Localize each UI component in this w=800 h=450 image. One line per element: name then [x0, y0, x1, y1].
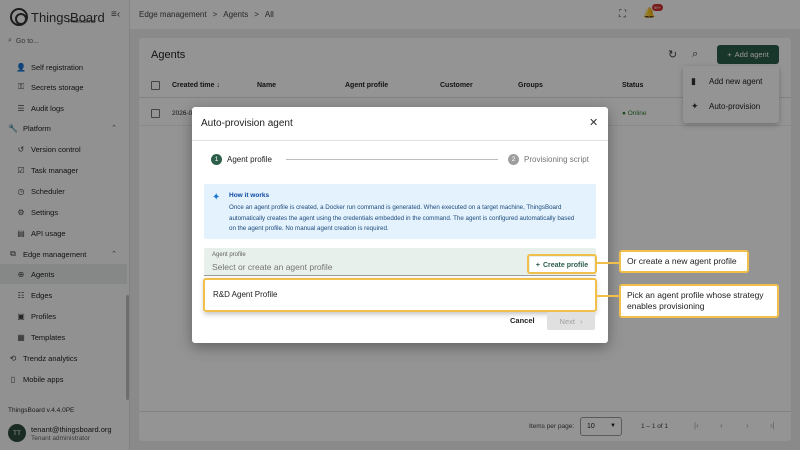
close-icon[interactable]: ✕ [589, 116, 598, 129]
highlight-option [203, 278, 597, 312]
callout-pick-profile: Pick an agent profile whose strategy ena… [619, 284, 779, 318]
next-button[interactable]: Next › [547, 312, 595, 330]
highlight-create-profile [527, 254, 597, 274]
info-body: Once an agent profile is created, a Dock… [229, 204, 575, 232]
stepper-line [286, 159, 498, 160]
info-title: How it works [229, 192, 270, 199]
callout-connector [597, 262, 619, 264]
dialog-title: Auto-provision agent [201, 118, 293, 129]
step-1-number[interactable]: 1 [211, 154, 222, 165]
divider [192, 140, 608, 141]
field-label: Agent profile [212, 252, 246, 258]
cancel-button[interactable]: Cancel [510, 316, 535, 325]
callout-connector [597, 295, 619, 297]
step-2-number[interactable]: 2 [508, 154, 519, 165]
sparkle-icon: ✦ [212, 192, 221, 203]
callout-create-profile: Or create a new agent profile [619, 250, 749, 273]
chevron-right-icon: › [579, 316, 583, 326]
step-2-label[interactable]: Provisioning script [524, 155, 589, 164]
step-1-label[interactable]: Agent profile [227, 155, 272, 164]
agent-profile-input[interactable] [212, 262, 512, 272]
info-box: ✦ How it works Once an agent profile is … [204, 184, 596, 239]
